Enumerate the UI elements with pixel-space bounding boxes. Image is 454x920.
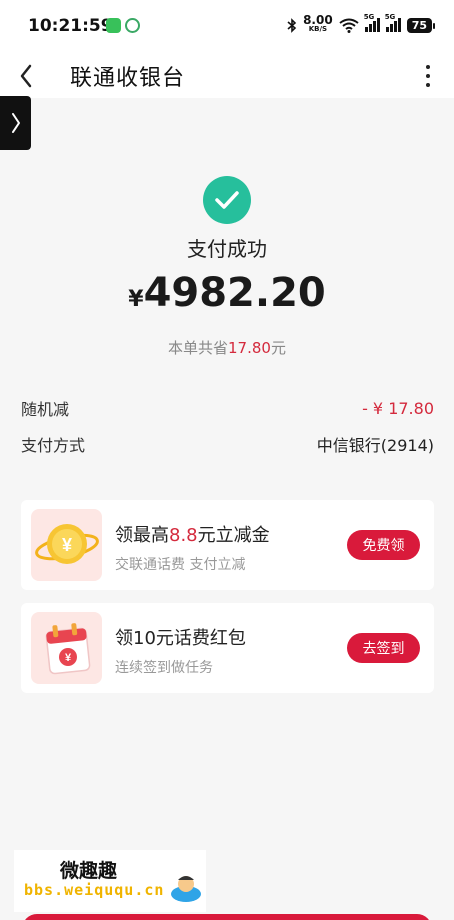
promo-card-coupon[interactable]: ¥ 领最高8.8元立减金 交联通话费 支付立减 免费领 xyxy=(21,500,434,590)
promo-card-signin[interactable]: ¥ 领10元话费红包 连续签到做任务 去签到 xyxy=(21,603,434,693)
detail-row-payment-method: 支付方式 中信银行(2914) xyxy=(21,432,434,456)
signal-icon: 5G xyxy=(385,13,401,32)
payment-amount: ¥4982.20 xyxy=(0,270,454,316)
page-title: 联通收银台 xyxy=(70,66,186,91)
bluetooth-icon xyxy=(287,17,297,33)
detail-row-discount: 随机减 - ¥ 17.80 xyxy=(21,396,434,420)
currency-symbol: ¥ xyxy=(128,287,144,312)
check-circle-icon xyxy=(203,176,251,224)
chevron-left-icon xyxy=(20,64,32,88)
more-vertical-icon xyxy=(426,65,430,69)
wifi-icon xyxy=(339,18,359,33)
saved-amount: 17.80 xyxy=(228,339,271,357)
promo-title: 领10元话费红包 xyxy=(115,628,246,649)
gold-coin-icon: ¥ xyxy=(31,509,102,581)
payment-status-title: 支付成功 xyxy=(187,237,267,261)
back-button[interactable] xyxy=(10,58,42,94)
calendar-icon: ¥ xyxy=(31,612,102,684)
watermark-url: bbs.weiququ.cn xyxy=(24,881,165,899)
saved-summary: 本单共省17.80元 xyxy=(168,339,286,357)
net-speed: 8.00 KB/S xyxy=(303,13,333,33)
promo-title: 领最高8.8元立减金 xyxy=(115,525,270,546)
chevron-right-icon xyxy=(11,113,20,133)
watermark-cn: 微趣趣 xyxy=(60,860,118,882)
message-app-icon xyxy=(106,18,121,33)
detail-label: 随机减 xyxy=(21,400,70,419)
status-indicators: 8.00 KB/S 5G 5G 75 xyxy=(287,13,436,34)
status-time: 10:21:59 xyxy=(28,16,113,36)
signal-icon: 5G xyxy=(364,13,380,32)
svg-text:¥: ¥ xyxy=(64,652,71,664)
floating-side-tab[interactable] xyxy=(0,96,31,150)
detail-label: 支付方式 xyxy=(21,436,86,455)
battery-icon: 75 xyxy=(406,17,436,33)
more-button[interactable] xyxy=(416,58,440,94)
status-bar: 10:21:59 8.00 KB/S 5G 5G 75 xyxy=(0,0,454,54)
claim-free-button[interactable]: 免费领 xyxy=(347,530,420,560)
promo-subtitle: 连续签到做任务 xyxy=(115,660,213,676)
sign-in-button[interactable]: 去签到 xyxy=(347,633,420,663)
header: 联通收银台 xyxy=(0,54,454,98)
amount-value: 4982.20 xyxy=(143,270,326,316)
promo-subtitle: 交联通话费 支付立减 xyxy=(115,557,246,573)
svg-text:¥: ¥ xyxy=(61,535,71,555)
detail-value: 中信银行(2914) xyxy=(316,436,434,455)
bottom-action-button[interactable] xyxy=(22,914,432,920)
mascot-icon xyxy=(171,876,201,902)
watermark: 微趣趣 bbs.weiququ.cn xyxy=(14,850,206,912)
detail-value: - ¥ 17.80 xyxy=(362,398,434,418)
app-notification-icon xyxy=(125,18,140,33)
